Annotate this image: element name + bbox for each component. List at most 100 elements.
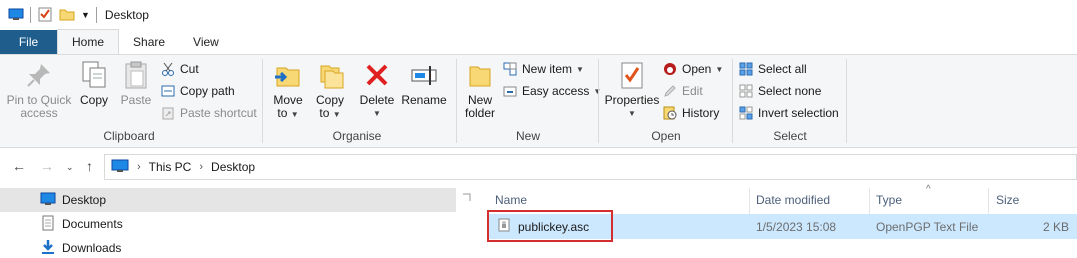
this-pc-icon bbox=[111, 159, 129, 176]
edit-icon bbox=[662, 83, 678, 99]
chevron-right-icon[interactable]: › bbox=[137, 161, 141, 173]
delete-button[interactable]: Delete ▼ bbox=[358, 59, 396, 120]
new-item-label: New item bbox=[522, 62, 573, 76]
column-header-type[interactable]: Type bbox=[876, 186, 902, 214]
open-label: Open bbox=[682, 62, 712, 76]
easy-access-button[interactable]: Easy access ▼ bbox=[502, 81, 601, 101]
breadcrumb-desktop[interactable]: Desktop bbox=[211, 160, 255, 174]
nav-item-label: Desktop bbox=[62, 193, 107, 207]
back-arrow-icon[interactable]: ← bbox=[12, 158, 26, 174]
rename-icon bbox=[408, 59, 440, 91]
tab-share[interactable]: Share bbox=[119, 30, 179, 54]
paste-shortcut-button[interactable]: Paste shortcut bbox=[160, 103, 257, 123]
move-to-label-to: to bbox=[277, 106, 288, 120]
history-icon bbox=[662, 105, 678, 121]
forward-arrow-icon[interactable]: → bbox=[40, 158, 54, 174]
move-to-button[interactable]: Move to ▼ bbox=[268, 59, 308, 121]
group-new: New folder New item ▼ Easy access ▼ New bbox=[458, 55, 601, 147]
invert-selection-icon bbox=[738, 105, 754, 121]
select-none-button[interactable]: Select none bbox=[738, 81, 821, 101]
new-folder-icon bbox=[464, 59, 496, 91]
column-header-size[interactable]: Size bbox=[996, 186, 1019, 214]
group-label-new: New bbox=[515, 129, 540, 143]
group-separator bbox=[456, 59, 457, 143]
nav-item-documents[interactable]: Documents bbox=[0, 212, 456, 236]
copy-path-button[interactable]: Copy path bbox=[160, 81, 235, 101]
new-folder-quick-icon[interactable] bbox=[59, 6, 75, 25]
file-date-cell: 1/5/2023 15:08 bbox=[756, 219, 837, 234]
group-label-open: Open bbox=[651, 129, 681, 143]
file-size-cell: 2 KB bbox=[1042, 219, 1069, 234]
new-folder-label-line2: folder bbox=[464, 106, 496, 120]
tab-home[interactable]: Home bbox=[57, 29, 120, 54]
recent-locations-chevron-icon[interactable]: ⌄ bbox=[66, 162, 74, 173]
group-label-select: Select bbox=[773, 129, 807, 143]
quick-access-toolbar: ▼ bbox=[8, 6, 97, 25]
copy-to-label-line2: to ▼ bbox=[319, 107, 340, 121]
breadcrumb-this-pc[interactable]: This PC bbox=[149, 160, 192, 174]
copy-button[interactable]: Copy bbox=[76, 59, 112, 107]
navigation-bar: ← → ⌄ ↑ › This PC › Desktop bbox=[0, 148, 1077, 186]
edit-button[interactable]: Edit bbox=[662, 81, 703, 101]
window-icon[interactable] bbox=[8, 7, 24, 24]
chevron-down-icon: ▼ bbox=[715, 64, 724, 74]
chevron-right-icon[interactable]: › bbox=[199, 161, 203, 173]
chevron-down-icon: ▼ bbox=[373, 109, 381, 118]
highlight-box bbox=[487, 210, 613, 242]
move-to-label-line2: to ▼ bbox=[277, 107, 298, 121]
select-all-label: Select all bbox=[758, 62, 807, 76]
properties-button[interactable]: Properties ▼ bbox=[602, 59, 662, 120]
paste-button[interactable]: Paste bbox=[118, 59, 154, 107]
move-to-icon bbox=[272, 59, 304, 91]
copy-path-icon bbox=[160, 83, 176, 99]
nav-item-label: Documents bbox=[62, 217, 123, 231]
copy-to-button[interactable]: Copy to ▼ bbox=[310, 59, 350, 121]
new-item-button[interactable]: New item ▼ bbox=[502, 59, 584, 79]
copy-icon bbox=[78, 59, 110, 91]
rename-button[interactable]: Rename bbox=[401, 59, 447, 107]
address-bar[interactable]: › This PC › Desktop bbox=[104, 154, 1077, 180]
pin-label-line2: access bbox=[20, 106, 58, 120]
tab-file[interactable]: File bbox=[0, 30, 57, 54]
invert-selection-label: Invert selection bbox=[758, 106, 839, 120]
tab-view[interactable]: View bbox=[179, 30, 233, 54]
pin-to-quick-access-button[interactable]: Pin to Quick access bbox=[6, 59, 72, 120]
easy-access-icon bbox=[502, 83, 518, 99]
pane-expand-chevron-icon[interactable] bbox=[461, 192, 472, 204]
navigation-pane: Desktop Documents Downloads bbox=[0, 186, 456, 258]
nav-item-desktop[interactable]: Desktop bbox=[0, 188, 456, 212]
ribbon: Pin to Quick access Copy Paste Cut Copy … bbox=[0, 54, 1077, 148]
history-label: History bbox=[682, 106, 720, 120]
cut-button[interactable]: Cut bbox=[160, 59, 199, 79]
invert-selection-button[interactable]: Invert selection bbox=[738, 103, 839, 123]
nav-item-downloads[interactable]: Downloads bbox=[0, 236, 456, 258]
select-all-button[interactable]: Select all bbox=[738, 59, 807, 79]
scissors-icon bbox=[160, 61, 176, 77]
open-button[interactable]: Open ▼ bbox=[662, 59, 723, 79]
copy-to-icon bbox=[314, 59, 346, 91]
paste-label: Paste bbox=[120, 93, 152, 107]
column-separator[interactable] bbox=[988, 188, 989, 214]
delete-label: Delete bbox=[359, 93, 395, 107]
up-arrow-icon[interactable]: ↑ bbox=[86, 158, 93, 174]
column-separator[interactable] bbox=[749, 188, 750, 214]
group-separator bbox=[732, 59, 733, 143]
history-button[interactable]: History bbox=[662, 103, 719, 123]
new-folder-button[interactable]: New folder bbox=[460, 59, 500, 120]
group-clipboard: Pin to Quick access Copy Paste Cut Copy … bbox=[0, 55, 258, 147]
column-header-date-modified[interactable]: Date modified bbox=[756, 186, 830, 214]
select-none-icon bbox=[738, 83, 754, 99]
rename-label: Rename bbox=[401, 93, 447, 107]
documents-icon bbox=[40, 215, 56, 234]
new-item-icon bbox=[502, 61, 518, 77]
group-open: Properties ▼ Open ▼ Edit History Open bbox=[600, 55, 732, 147]
chevron-down-icon: ▼ bbox=[628, 109, 636, 118]
properties-quick-icon[interactable] bbox=[37, 6, 53, 25]
edit-label: Edit bbox=[682, 84, 703, 98]
window-title: Desktop bbox=[104, 8, 149, 22]
paste-shortcut-label: Paste shortcut bbox=[180, 106, 257, 120]
cut-label: Cut bbox=[180, 62, 199, 76]
group-label-organise: Organise bbox=[332, 129, 382, 143]
customize-toolbar-icon[interactable]: ▼ bbox=[81, 10, 90, 20]
column-separator[interactable] bbox=[869, 188, 870, 214]
